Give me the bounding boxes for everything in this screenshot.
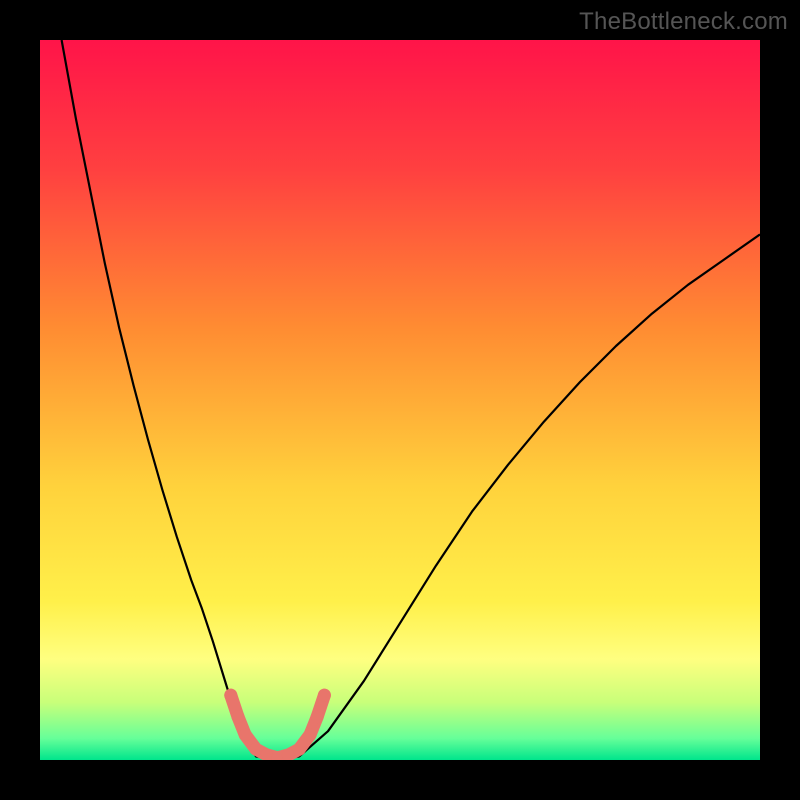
series-curve [62,40,760,760]
series-valley-highlight [231,695,325,758]
valley-bead [293,743,306,756]
watermark-text: TheBottleneck.com [579,8,788,36]
curve-layer [40,40,760,760]
plot-area [40,40,760,760]
valley-bead [304,728,317,741]
valley-bead [239,728,252,741]
valley-bead [224,689,237,702]
chart-frame: TheBottleneck.com [0,0,800,800]
valley-bead [311,710,324,723]
valley-bead [232,710,245,723]
valley-bead [318,689,331,702]
